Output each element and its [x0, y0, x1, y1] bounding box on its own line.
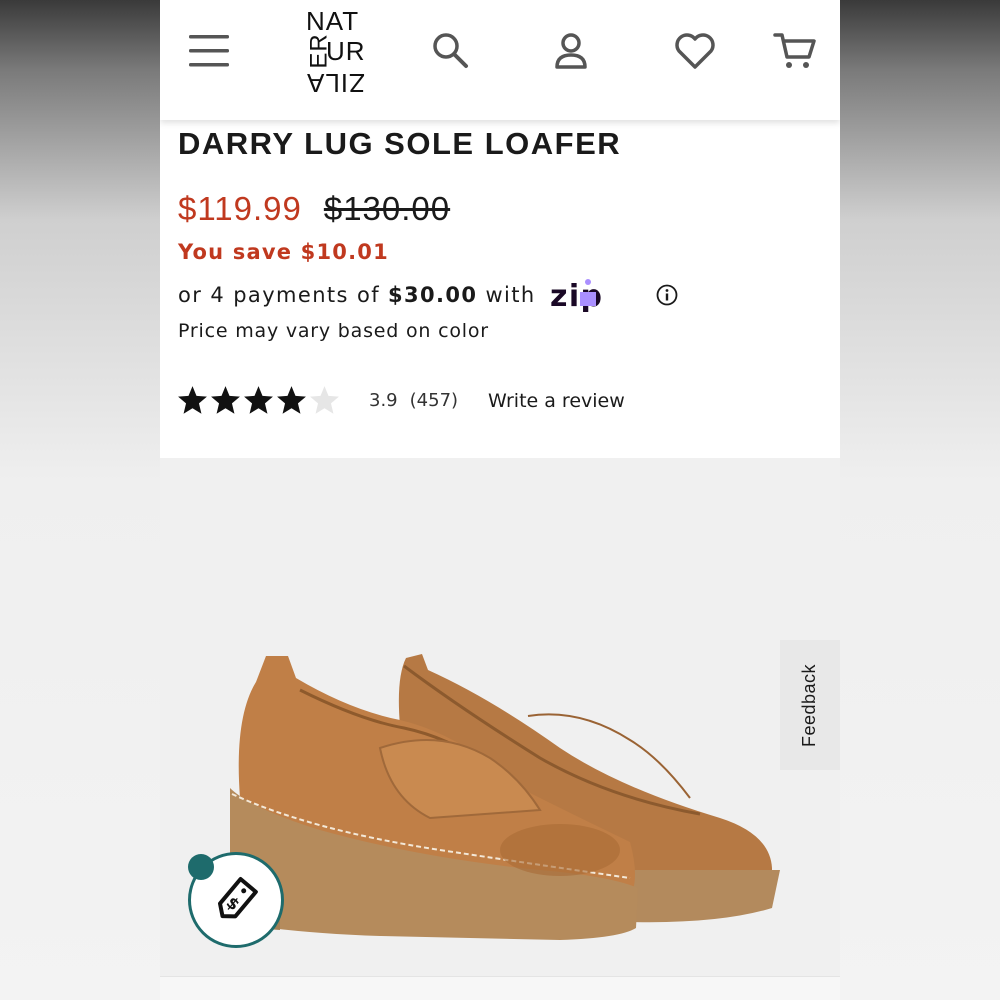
menu-icon [189, 35, 229, 67]
feedback-tab[interactable]: Feedback [780, 640, 840, 770]
installments-text: or 4 payments of $30.00 with zip [178, 278, 678, 312]
original-price: $130.00 [323, 190, 451, 227]
price-tag-icon: $ [217, 877, 258, 919]
write-review-link[interactable]: Write a review [488, 390, 625, 412]
star-filled-icon [211, 386, 240, 414]
wishlist-button[interactable] [670, 26, 720, 76]
brand-logo[interactable]: NAT ER UR ZILA [306, 6, 372, 100]
bottom-bar [160, 976, 840, 1000]
review-count[interactable]: (457) [410, 390, 458, 411]
product-title: DARRY LUG SOLE LOAFER [178, 126, 622, 161]
price-note: Price may vary based on color [178, 320, 489, 342]
rating-row: 3.9 (457) Write a review [176, 384, 625, 417]
badge-indicator-dot [188, 854, 214, 880]
star-empty-icon [310, 386, 339, 414]
account-icon [555, 33, 587, 69]
cart-button[interactable] [770, 26, 820, 76]
phone-screen: NAT ER UR ZILA DARRY LUG SOLE LOAFER $11… [160, 0, 840, 1000]
price-row: $119.99 $130.00 [178, 190, 450, 228]
rating-value: 3.9 [369, 390, 398, 411]
star-filled-icon [244, 386, 273, 414]
search-icon [433, 33, 468, 68]
menu-button[interactable] [184, 26, 234, 76]
star-filled-icon [178, 386, 207, 414]
heart-icon [675, 33, 715, 69]
account-button[interactable] [546, 26, 596, 76]
site-header: NAT ER UR ZILA [160, 0, 840, 120]
savings-text: You save $10.01 [178, 240, 389, 264]
star-filled-icon [277, 386, 306, 414]
search-button[interactable] [426, 26, 476, 76]
info-icon[interactable] [656, 284, 678, 306]
sale-price: $119.99 [178, 190, 302, 227]
zip-logo[interactable]: zip [550, 278, 642, 312]
star-rating[interactable] [176, 384, 341, 417]
cart-icon [773, 33, 816, 68]
